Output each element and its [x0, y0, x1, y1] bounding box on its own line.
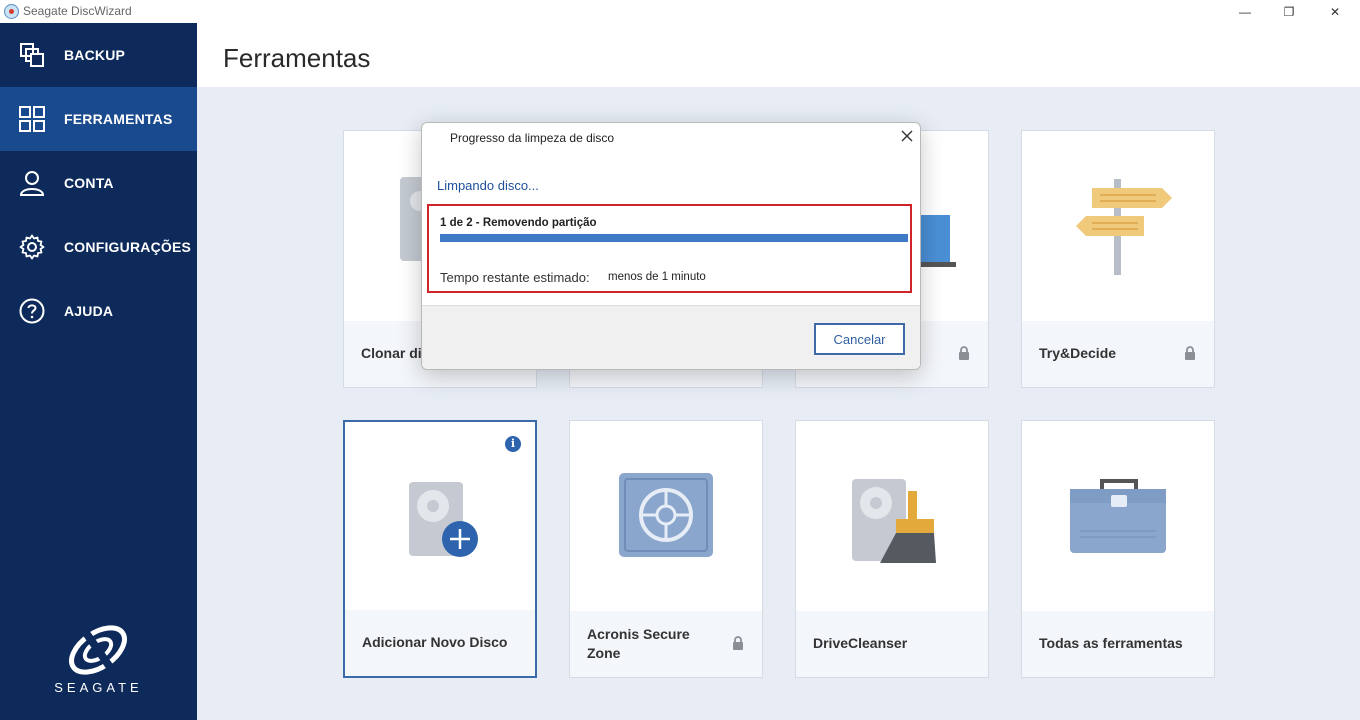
seagate-logo-text: SEAGATE	[54, 680, 143, 695]
minimize-button[interactable]: —	[1222, 0, 1268, 23]
toolbox-icon	[1070, 479, 1166, 553]
sidebar-item-label: BACKUP	[64, 47, 126, 63]
eta-label: Tempo restante estimado:	[440, 270, 590, 285]
card-footer: DriveCleanser	[796, 611, 988, 677]
help-icon	[19, 298, 45, 324]
step-label: 1 de 2 - Removendo partição	[440, 217, 597, 229]
gear-icon	[19, 234, 45, 260]
window-titlebar: Seagate DiscWizard — ❐ ✕	[0, 0, 1360, 23]
maximize-button[interactable]: ❐	[1266, 0, 1312, 23]
status-text: Limpando disco...	[437, 178, 539, 193]
card-footer: Todas as ferramentas	[1022, 611, 1214, 677]
app-icon	[4, 4, 19, 19]
main-header: Ferramentas	[197, 23, 1360, 87]
safe-icon	[619, 473, 713, 557]
sidebar-item-label: CONTA	[64, 175, 114, 191]
sidebar-item-label: AJUDA	[64, 303, 114, 319]
eta-value: menos de 1 minuto	[608, 271, 706, 283]
tool-card-try-decide[interactable]: Try&Decide	[1021, 130, 1215, 388]
sidebar-item-backup[interactable]: BACKUP	[0, 23, 197, 87]
signpost-icon	[1076, 179, 1172, 275]
sidebar-item-conta[interactable]: CONTA	[0, 151, 197, 215]
sidebar-item-label: CONFIGURAÇÕES	[64, 239, 192, 255]
tool-card-add-new-disk[interactable]: i Adicionar Novo Disco	[343, 420, 537, 678]
lock-icon	[959, 346, 969, 360]
card-label: Try&Decide	[1039, 345, 1117, 361]
sidebar: BACKUP FERRAMENTAS CONTA CONFIGURAÇÕES A…	[0, 23, 197, 720]
drive-cleanser-icon	[852, 479, 936, 563]
card-label: Clonar dis	[361, 345, 430, 361]
lock-icon	[1185, 346, 1195, 360]
tool-card-secure-zone[interactable]: Acronis Secure Zone	[569, 420, 763, 678]
backup-icon	[20, 43, 44, 67]
tool-card-drive-cleanser[interactable]: DriveCleanser	[795, 420, 989, 678]
card-footer: Try&Decide	[1022, 321, 1214, 387]
card-label: Todas as ferramentas	[1039, 635, 1183, 651]
lock-icon	[733, 636, 743, 650]
close-window-button[interactable]: ✕	[1312, 0, 1358, 23]
card-label: Adicionar Novo Disco	[362, 634, 508, 650]
card-label: Acronis Secure Zone	[587, 626, 690, 661]
cancel-button[interactable]: Cancelar	[814, 323, 905, 355]
seagate-logo-icon	[69, 625, 127, 675]
tool-card-all-tools[interactable]: Todas as ferramentas	[1021, 420, 1215, 678]
add-disk-icon	[409, 482, 478, 557]
user-icon	[19, 171, 45, 196]
progress-bar	[440, 234, 908, 242]
sidebar-item-label: FERRAMENTAS	[64, 111, 173, 127]
close-icon[interactable]	[898, 127, 916, 145]
page-title: Ferramentas	[223, 43, 371, 73]
window-title: Seagate DiscWizard	[23, 4, 132, 18]
sidebar-item-ferramentas[interactable]: FERRAMENTAS	[0, 87, 197, 151]
sidebar-item-configuracoes[interactable]: CONFIGURAÇÕES	[0, 215, 197, 279]
sidebar-item-ajuda[interactable]: AJUDA	[0, 279, 197, 343]
progress-bar-fill	[440, 234, 908, 242]
card-label: DriveCleanser	[813, 635, 908, 651]
dialog-footer: Cancelar	[422, 305, 920, 369]
disk-cleanup-progress-dialog: Progresso da limpeza de disco Limpando d…	[421, 122, 921, 370]
progress-highlight-box: 1 de 2 - Removendo partição Tempo restan…	[427, 204, 912, 293]
dialog-title: Progresso da limpeza de disco	[450, 131, 615, 145]
card-footer: Acronis Secure Zone	[570, 611, 762, 677]
card-footer: Adicionar Novo Disco	[345, 610, 535, 676]
tools-grid-icon	[19, 106, 45, 132]
